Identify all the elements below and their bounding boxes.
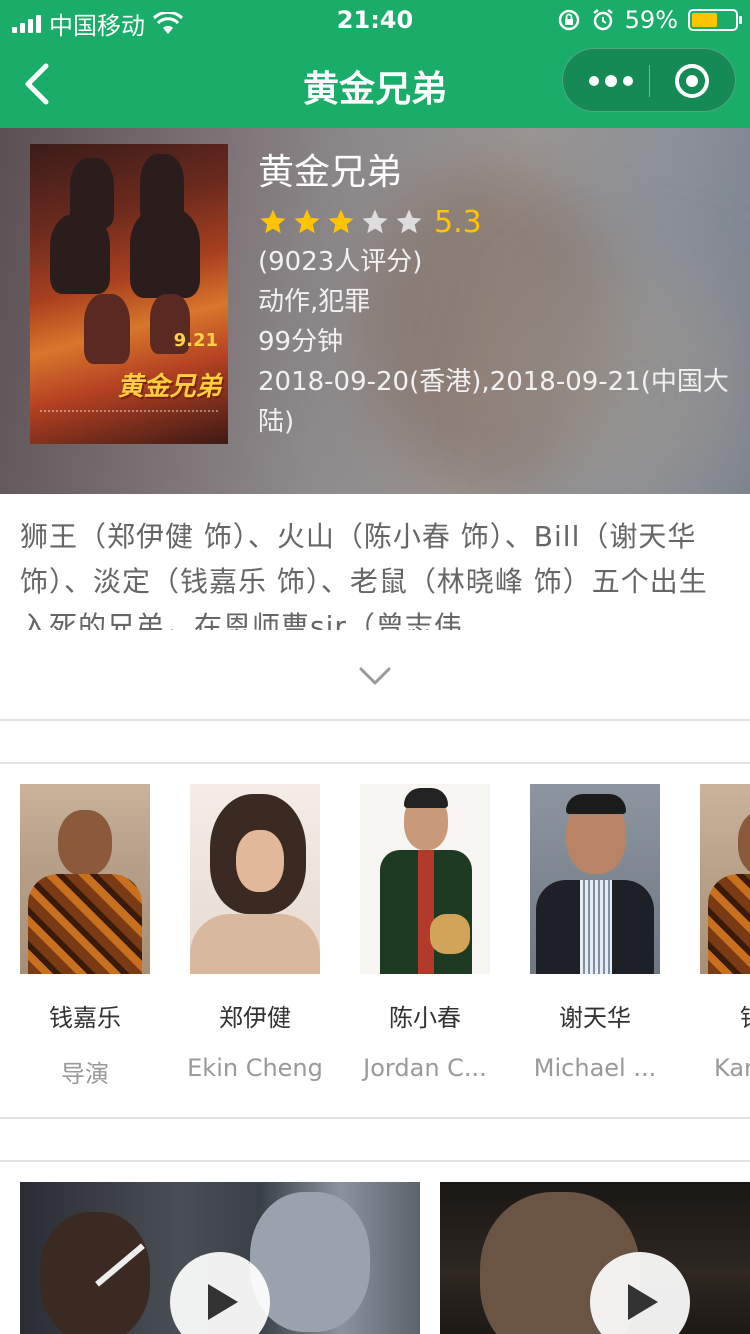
- battery-icon: [688, 9, 742, 31]
- status-right: 59%: [557, 6, 742, 34]
- more-dots-icon[interactable]: [589, 71, 633, 91]
- star-icon: [396, 209, 422, 234]
- battery-fill: [692, 13, 717, 27]
- cast-role: Ekin Cheng: [187, 1054, 323, 1082]
- cast-photo: [530, 784, 660, 974]
- rating-count: (9023人评分): [258, 247, 423, 277]
- poster-date: 9.21: [173, 330, 218, 351]
- poster-figure: [50, 214, 110, 294]
- cast-name: 郑伊健: [219, 1004, 291, 1032]
- cast-member[interactable]: 钱 Kar: [700, 784, 750, 1082]
- alarm-icon: [592, 9, 613, 31]
- cast-name: 谢天华: [559, 1004, 631, 1032]
- cast-photo: [190, 784, 320, 974]
- star-icon: [294, 209, 320, 234]
- cast-role: Kar: [714, 1054, 750, 1082]
- movie-release: 2018-09-20(香港),2018-09-21(中国大陆): [258, 367, 729, 437]
- video-thumbnail[interactable]: [20, 1182, 420, 1334]
- star-icon: [362, 209, 388, 234]
- divider: [0, 762, 750, 764]
- cast-member[interactable]: 钱嘉乐 导演: [20, 784, 150, 1088]
- poster-logo: 黄金兄弟: [116, 372, 227, 402]
- capsule-divider: [649, 65, 650, 97]
- divider: [0, 1117, 750, 1119]
- chevron-down-icon[interactable]: [358, 664, 392, 688]
- poster-credits: [40, 410, 218, 432]
- synopsis-text: 狮王（郑伊健 饰）、火山（陈小春 饰）、Bill（谢天华 饰）、淡定（钱嘉乐 饰…: [20, 520, 708, 630]
- poster-figure: [130, 208, 200, 298]
- star-icon: [260, 209, 286, 234]
- cast-photo: [360, 784, 490, 974]
- cast-photo: [700, 784, 750, 974]
- cast-name: 钱嘉乐: [49, 1004, 121, 1032]
- cast-member[interactable]: 陈小春 Jordan C...: [360, 784, 490, 1082]
- cast-member[interactable]: 郑伊健 Ekin Cheng: [187, 784, 323, 1082]
- movie-title: 黄金兄弟: [258, 152, 403, 193]
- divider: [0, 719, 750, 721]
- movie-header: 9.21 黄金兄弟 黄金兄弟 5.3 (9023人评分) 动作,犯罪 99分钟 …: [0, 128, 750, 494]
- cast-member[interactable]: 谢天华 Michael ...: [530, 784, 660, 1082]
- cast-name: 陈小春: [389, 1004, 461, 1032]
- cast-role: Michael ...: [533, 1054, 657, 1082]
- movie-duration: 99分钟: [258, 327, 344, 357]
- nav-bar: 黄金兄弟: [0, 40, 750, 128]
- target-close-icon[interactable]: [675, 64, 709, 98]
- movie-genres: 动作,犯罪: [258, 287, 371, 317]
- cast-role: Jordan C...: [363, 1054, 487, 1082]
- cast-list[interactable]: 钱嘉乐 导演 郑伊健 Ekin Cheng 陈小春 Jordan C... 谢天…: [20, 784, 750, 1094]
- movie-poster[interactable]: 9.21 黄金兄弟: [30, 144, 228, 444]
- rotation-lock-icon: [558, 9, 579, 31]
- cast-role: 导演: [61, 1060, 109, 1088]
- cast-photo: [20, 784, 150, 974]
- cast-name: 钱: [740, 998, 750, 1033]
- rating-row: 5.3: [258, 202, 738, 242]
- star-icon: [328, 209, 354, 234]
- battery-percent: 59%: [624, 6, 678, 34]
- rating-score: 5.3: [434, 204, 482, 240]
- divider: [0, 1160, 750, 1162]
- mini-program-capsule: [562, 48, 736, 112]
- poster-figure: [84, 294, 130, 364]
- movie-info: 黄金兄弟 5.3 (9023人评分) 动作,犯罪 99分钟 2018-09-20…: [258, 150, 738, 442]
- video-thumbnail[interactable]: [440, 1182, 750, 1334]
- status-bar: 中国移动 21:40 59%: [0, 0, 750, 40]
